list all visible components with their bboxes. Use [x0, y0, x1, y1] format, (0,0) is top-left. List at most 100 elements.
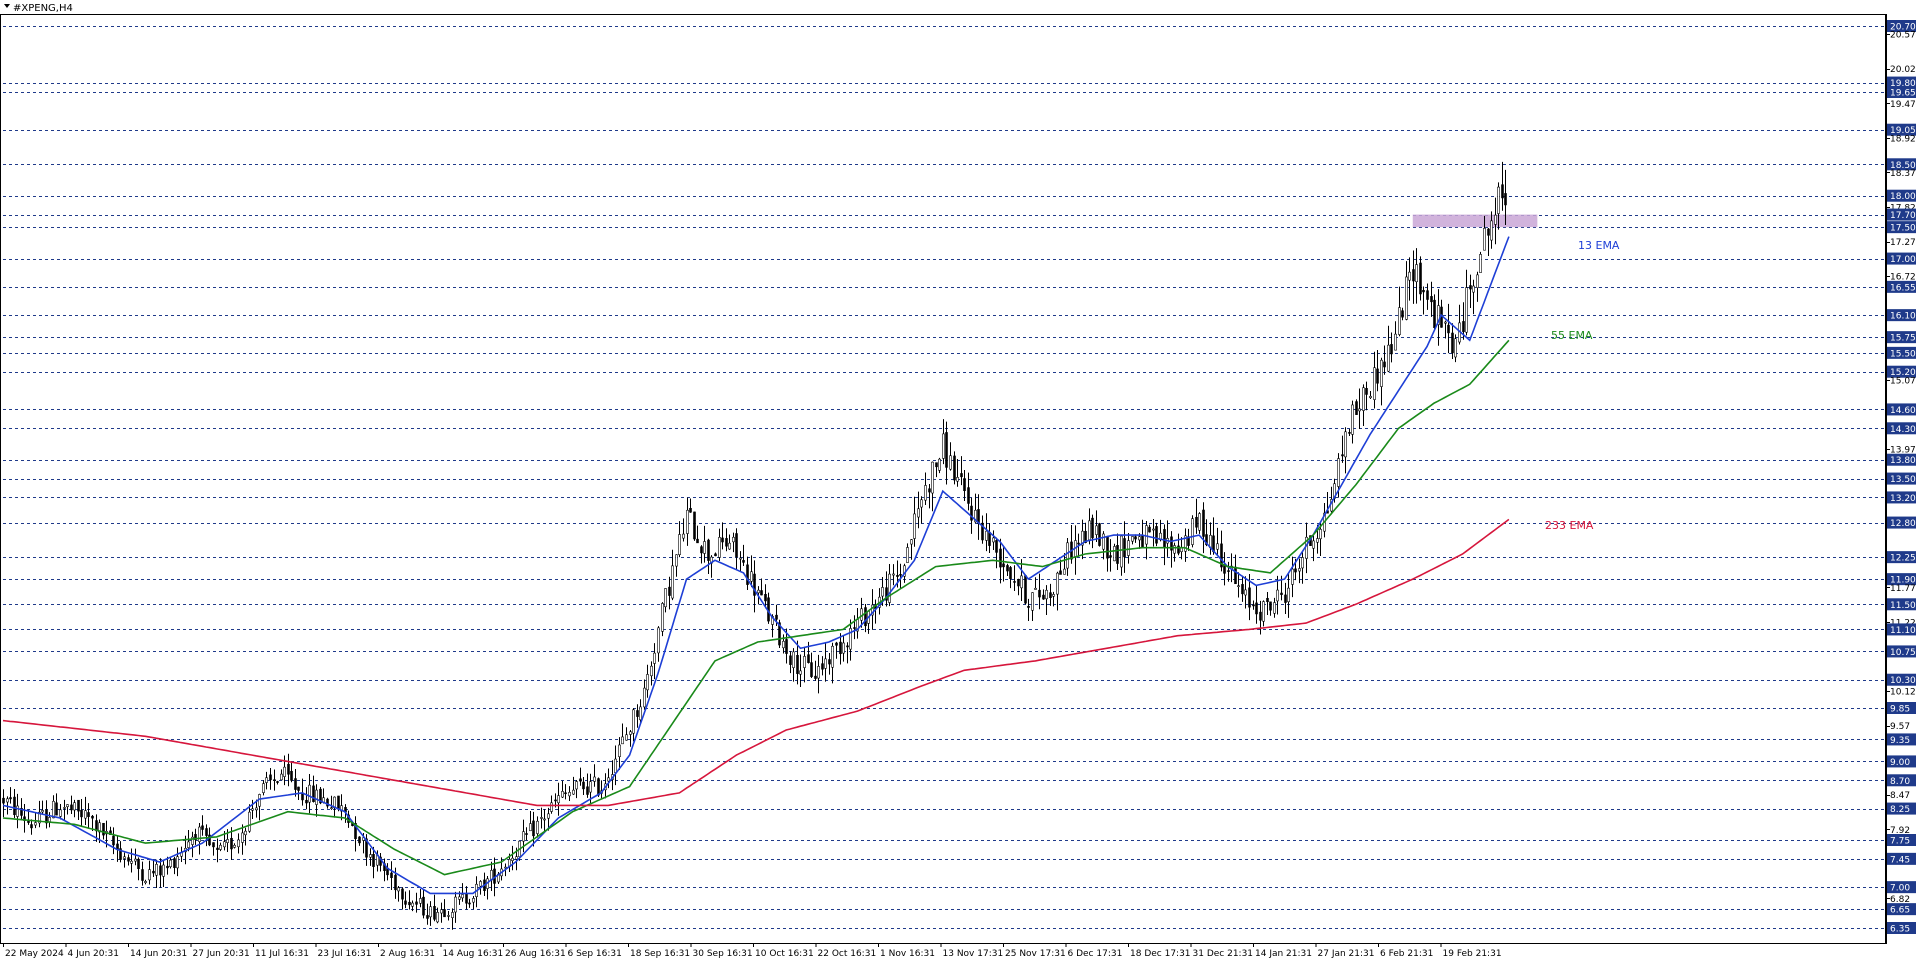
candle-body	[1419, 262, 1422, 295]
price-level-label: 14.30	[1890, 425, 1916, 435]
candle-body	[1316, 538, 1319, 543]
price-level-label: 6.65	[1890, 906, 1910, 916]
candle-body	[169, 859, 172, 868]
candle-body	[458, 896, 461, 900]
candle-body	[572, 789, 575, 795]
candle-body	[13, 796, 16, 816]
candle-body	[625, 734, 628, 741]
candle-body	[159, 865, 162, 876]
time-tick-label: 6 Sep 16:31	[568, 949, 622, 959]
price-level-label: 15.75	[1890, 334, 1916, 344]
candle-body	[1412, 269, 1415, 282]
candle-body	[999, 548, 1002, 568]
candle-body	[906, 547, 909, 563]
candle-body	[152, 870, 155, 874]
time-tick-label: 14 Jun 20:31	[130, 949, 187, 959]
candle-body	[1216, 543, 1219, 550]
time-tick-label: 23 Jul 16:31	[318, 949, 372, 959]
price-level-label: 12.80	[1890, 519, 1916, 529]
candle-body	[985, 530, 988, 541]
candle-body	[842, 642, 845, 654]
candle-body	[910, 539, 913, 545]
candle-body	[447, 915, 450, 917]
candle-body	[536, 820, 539, 834]
candle-body	[1408, 271, 1411, 281]
candle-body	[657, 627, 660, 654]
price-level-label: 17.50	[1890, 224, 1916, 234]
candle-body	[1284, 594, 1287, 603]
candle-body	[714, 553, 717, 557]
candle-body	[244, 830, 247, 836]
candle-body	[1031, 592, 1034, 611]
candle-body	[1472, 285, 1475, 293]
candle-body	[1180, 547, 1183, 552]
candle-body	[1113, 546, 1116, 562]
candle-body	[675, 554, 678, 567]
candle-body	[1380, 359, 1383, 387]
candle	[1191, 515, 1194, 548]
price-level-label: 7.45	[1890, 855, 1910, 865]
candle-body	[1504, 193, 1507, 206]
candle-body	[262, 783, 265, 793]
chart-title[interactable]: #XPENG,H4	[4, 3, 73, 14]
candle-body	[935, 462, 938, 468]
candle-body	[807, 654, 810, 663]
candle-body	[835, 642, 838, 646]
candle-body	[312, 785, 315, 802]
candle-body	[290, 770, 293, 781]
candle-body	[1497, 186, 1500, 214]
candle-body	[831, 645, 834, 668]
candle-body	[1358, 408, 1361, 412]
price-level-label: 6.35	[1890, 925, 1910, 935]
candle-body	[283, 766, 286, 777]
candle-body	[223, 841, 226, 848]
candle-body	[1348, 432, 1351, 434]
price-level-label: 7.75	[1890, 837, 1910, 847]
candle-body	[561, 791, 564, 798]
candle-body	[703, 541, 706, 554]
candle-body	[543, 818, 546, 821]
candle-body	[575, 781, 578, 790]
candle-body	[34, 822, 37, 826]
candle-body	[1394, 333, 1397, 351]
candle-body	[166, 865, 169, 869]
candle-body	[928, 488, 931, 493]
time-tick-label: 1 Nov 16:31	[880, 949, 935, 959]
candle-body	[718, 537, 721, 558]
candle-body	[237, 839, 240, 848]
candle-body	[1045, 589, 1048, 600]
candle-body	[707, 539, 710, 561]
candle-body	[1259, 611, 1262, 621]
candle-body	[639, 706, 642, 721]
price-level-label: 10.30	[1890, 676, 1916, 686]
candle-body	[1494, 214, 1497, 225]
time-tick-label: 14 Aug 16:31	[443, 949, 504, 959]
candle-body	[597, 778, 600, 796]
candle-body	[422, 896, 425, 916]
candle-body	[1422, 289, 1425, 293]
price-level-label: 10.75	[1890, 648, 1916, 658]
candle-body	[614, 758, 617, 773]
candle-body	[294, 778, 297, 790]
candle-body	[1066, 542, 1069, 569]
candle-body	[917, 508, 920, 518]
time-tick-label: 26 Aug 16:31	[505, 949, 566, 959]
candle-body	[70, 804, 73, 811]
candle-body	[1341, 454, 1344, 457]
price-chart[interactable]: 20.7020.5720.0219.8019.6519.4719.0518.92…	[0, 0, 1916, 963]
candle-body	[1483, 227, 1486, 251]
candle-body	[1262, 601, 1265, 622]
resistance-zone-box	[1412, 214, 1538, 228]
price-level-label: 13.80	[1890, 456, 1916, 466]
candle-body	[1191, 518, 1194, 545]
candle-body	[554, 799, 557, 802]
candle-body	[443, 909, 446, 918]
candle-body	[532, 820, 535, 837]
candle-body	[1344, 431, 1347, 458]
candle-body	[1163, 529, 1166, 548]
candle-body	[1447, 324, 1450, 334]
candle-body	[465, 893, 468, 904]
candle-body	[230, 837, 233, 850]
candle-body	[739, 557, 742, 560]
candle-body	[130, 860, 133, 864]
